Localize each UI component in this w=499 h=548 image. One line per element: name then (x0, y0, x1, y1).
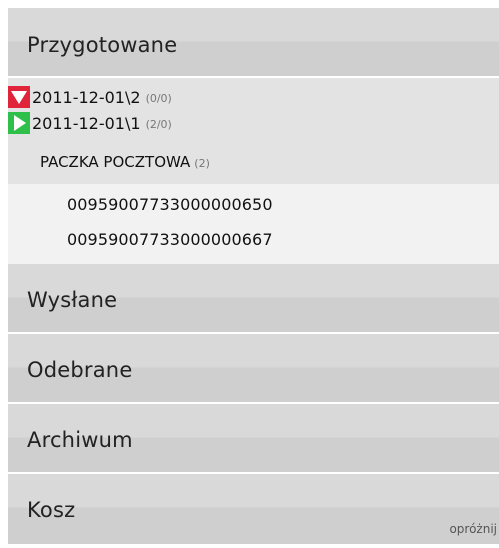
section-sent-label: Wysłane (27, 288, 118, 312)
prepared-tree: 2011-12-01\2 (0/0) 2011-12-01\1 (2/0) PA… (8, 78, 499, 184)
empty-trash-link[interactable]: opróżnij (449, 522, 497, 536)
section-prepared[interactable]: Przygotowane (8, 8, 499, 78)
batch-label: 2011-12-01\2 (32, 87, 141, 107)
batch-row-2011-12-01-2[interactable]: 2011-12-01\2 (0/0) (8, 86, 172, 108)
arrow-down-icon[interactable] (8, 86, 30, 108)
batch-count: (0/0) (145, 92, 172, 105)
group-label: PACZKA POCZTOWA (40, 153, 191, 171)
arrow-right-icon[interactable] (8, 112, 30, 134)
section-archive[interactable]: Archiwum (8, 404, 499, 474)
group-paczka-pocztowa[interactable]: PACZKA POCZTOWA (2) (40, 153, 210, 171)
batch-count: (2/0) (145, 118, 172, 131)
section-archive-label: Archiwum (27, 428, 133, 452)
section-sent[interactable]: Wysłane (8, 264, 499, 334)
section-received[interactable]: Odebrane (8, 334, 499, 404)
shipment-navigator: Przygotowane 2011-12-01\2 (0/0) 2011-12-… (8, 8, 499, 548)
list-item[interactable]: 00959007733000000667 (67, 230, 273, 249)
section-prepared-label: Przygotowane (27, 33, 178, 57)
section-trash-label: Kosz (27, 498, 76, 522)
section-received-label: Odebrane (27, 358, 133, 382)
batch-label: 2011-12-01\1 (32, 113, 141, 133)
shipment-items: 00959007733000000650 0095900773300000066… (8, 184, 499, 264)
list-item[interactable]: 00959007733000000650 (67, 195, 273, 214)
batch-row-2011-12-01-1[interactable]: 2011-12-01\1 (2/0) (8, 112, 172, 134)
section-trash[interactable]: Kosz opróżnij (8, 474, 499, 544)
group-count: (2) (194, 157, 210, 170)
